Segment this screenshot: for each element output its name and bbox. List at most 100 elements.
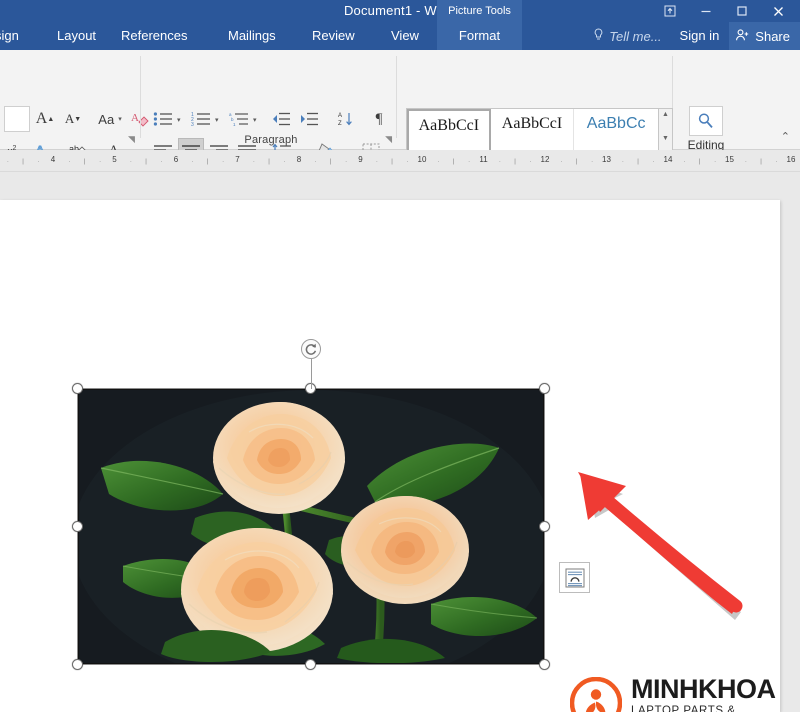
ribbon-group-font: A▲ A▼ Aa▾ A x2 A ▾ ab ▾ A	[0, 50, 149, 160]
ruler-tick: |	[391, 159, 393, 165]
resize-handle-top-right[interactable]	[539, 383, 550, 394]
ruler-tick: ·	[591, 159, 594, 165]
scroll-up-icon[interactable]: ▲	[662, 111, 669, 118]
ruler-tick: ·	[160, 159, 163, 165]
show-formatting-marks-icon[interactable]: ¶	[366, 106, 392, 132]
bullets-icon[interactable]	[150, 106, 176, 132]
svg-text:A: A	[131, 112, 139, 124]
resize-handle-bottom-center[interactable]	[305, 659, 316, 670]
lightbulb-icon	[593, 27, 604, 45]
ruler-tick: ·	[6, 159, 9, 165]
watermark-logo: MINHKHOA LAPTOP PARTS & SERVICES	[570, 676, 780, 712]
document-page[interactable]: MINHKHOA LAPTOP PARTS & SERVICES	[0, 200, 780, 712]
ruler-tick: |	[206, 159, 209, 165]
ruler-tick: ·	[129, 159, 132, 165]
font-dialog-launcher[interactable]: ◥	[128, 134, 135, 145]
ruler-tick: ·	[406, 159, 409, 165]
close-icon[interactable]	[760, 0, 796, 22]
ruler-tick: ·	[437, 159, 440, 165]
ruler-tick: ·	[252, 159, 255, 165]
watermark-tagline: LAPTOP PARTS & SERVICES	[631, 705, 736, 712]
ribbon-tab-strip: sign Layout References Mailings Review V…	[0, 22, 800, 50]
ruler-number: 12	[540, 155, 550, 164]
share-label: Share	[755, 28, 790, 44]
ruler-number: 4	[50, 155, 56, 164]
ruler-number: 11	[479, 155, 488, 164]
numbering-icon[interactable]: 123	[188, 106, 214, 132]
tab-view[interactable]: View	[382, 22, 428, 50]
ruler-number: 14	[663, 155, 673, 164]
document-canvas[interactable]: MINHKHOA LAPTOP PARTS & SERVICES	[0, 172, 800, 712]
title-bar: Document1 - Word Picture Tools	[0, 0, 800, 22]
ruler-number: 15	[725, 155, 734, 164]
tab-references[interactable]: References	[112, 22, 196, 50]
contextual-tab-group-picture-tools: Picture Tools	[437, 0, 522, 22]
ruler-tick: |	[760, 159, 762, 165]
ruler-tick: |	[268, 159, 270, 165]
resize-handle-bottom-right[interactable]	[539, 659, 550, 670]
resize-handle-bottom-left[interactable]	[72, 659, 83, 670]
ruler-ticks: 4 · | · 5 · | · 6 · | · 7 · | · 8 · | · 9 · | · 10 · | · 11 · | · 12 · | · 1…	[0, 150, 800, 172]
ruler-tick: ·	[775, 159, 778, 165]
rotate-handle-icon[interactable]	[301, 339, 321, 359]
grow-font-button[interactable]: A ▲	[30, 106, 60, 132]
ribbon: A▲ A▼ Aa▾ A x2 A ▾ ab ▾ A	[0, 50, 800, 170]
ruler-tick: ·	[529, 159, 532, 165]
tab-layout[interactable]: Layout	[48, 22, 105, 50]
resize-handle-middle-left[interactable]	[72, 521, 83, 532]
text-wrap-layout-options-icon[interactable]	[559, 562, 590, 593]
resize-handle-middle-right[interactable]	[539, 521, 550, 532]
ruler-tick: ·	[560, 159, 563, 165]
ruler-tick: ·	[714, 159, 717, 165]
tell-me-box[interactable]: Tell me...	[585, 22, 669, 50]
ruler-tick: |	[452, 159, 455, 165]
find-magnifier-icon[interactable]	[689, 106, 723, 136]
watermark-text: MINHKHOA LAPTOP PARTS & SERVICES	[631, 676, 780, 712]
resize-handle-top-left[interactable]	[72, 383, 83, 394]
shrink-font-button[interactable]: A ▼	[58, 106, 88, 132]
maximize-icon[interactable]	[724, 0, 760, 22]
tab-format[interactable]: Format	[437, 22, 522, 50]
paragraph-group-label: Paragraph	[244, 134, 298, 146]
sign-in-button[interactable]: Sign in	[670, 22, 730, 50]
rotate-handle-stem	[310, 359, 312, 389]
ruler-tick: |	[575, 159, 578, 165]
tab-design[interactable]: sign	[0, 22, 28, 50]
word-window: Document1 - Word Picture Tools sign Layo…	[0, 0, 800, 712]
ruler-number: 8	[296, 155, 302, 164]
ruler-tick: |	[83, 159, 86, 165]
collapse-ribbon-chevron[interactable]: ⌃	[781, 130, 790, 143]
picture-selection-border	[77, 388, 545, 665]
ruler-tick: |	[145, 159, 147, 165]
ribbon-group-paragraph: ▾ 123 ▾ ab1 ▾ AZ ¶ Paragraph ◥	[144, 50, 398, 164]
font-size-box[interactable]	[4, 106, 30, 132]
tell-me-label: Tell me...	[609, 28, 662, 44]
multilevel-list-icon[interactable]: ab1	[226, 106, 252, 132]
change-case-button[interactable]: Aa ▾	[90, 106, 130, 132]
scroll-down-icon[interactable]: ▼	[662, 135, 669, 142]
ruler-tick: |	[514, 159, 516, 165]
sort-icon[interactable]: AZ	[334, 106, 360, 132]
watermark-brand: MINHKHOA	[631, 674, 776, 704]
ruler-number: 5	[112, 155, 117, 164]
svg-text:1: 1	[233, 122, 236, 127]
ruler-tick: |	[329, 159, 332, 165]
share-button[interactable]: Share	[729, 22, 800, 50]
increase-indent-icon[interactable]	[296, 106, 322, 132]
ruler-tick: ·	[99, 159, 102, 165]
style-sample: AaBbCcI	[501, 115, 563, 132]
tab-mailings[interactable]: Mailings	[219, 22, 285, 50]
ruler-tick: |	[698, 159, 701, 165]
style-sample: AaBbCcI	[418, 117, 480, 134]
ruler-number: 16	[786, 155, 796, 164]
ribbon-display-options-icon[interactable]	[652, 0, 688, 22]
tab-review[interactable]: Review	[303, 22, 364, 50]
ruler-tick: ·	[744, 159, 747, 165]
horizontal-ruler[interactable]: 4 · | · 5 · | · 6 · | · 7 · | · 8 · | · 9 · | · 10 · | · 11 · | · 12 · | · 1…	[0, 150, 800, 172]
minimize-icon[interactable]	[688, 0, 724, 22]
ruler-tick: ·	[191, 159, 194, 165]
contextual-tab-group-label: Picture Tools	[448, 5, 511, 17]
paragraph-dialog-launcher[interactable]: ◥	[385, 134, 392, 145]
svg-text:A: A	[338, 113, 342, 119]
decrease-indent-icon[interactable]	[268, 106, 294, 132]
